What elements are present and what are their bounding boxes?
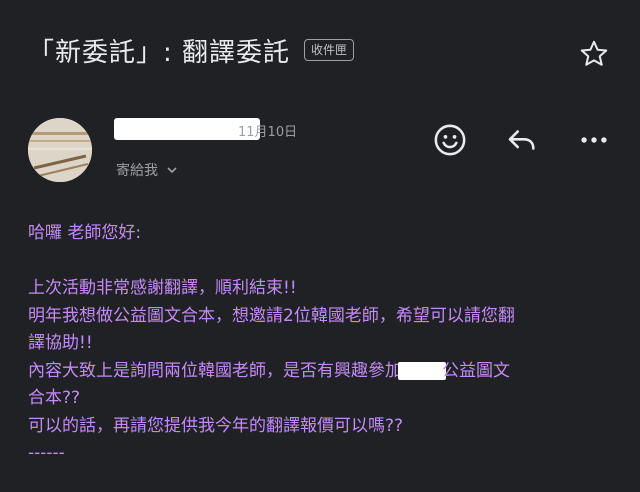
body-line-5: 合本?? — [28, 388, 81, 408]
email-date: 11月10日 — [238, 125, 298, 140]
recipient-label: 寄給我 — [116, 163, 158, 179]
body-line-1: 上次活動非常感謝翻譯，順利結束!! — [28, 278, 297, 298]
email-subject: 「新委託」: 翻譯委託 — [28, 37, 291, 68]
body-line-4-start: 內容大致上是詢問兩位韓國老師，是否有興趣參加 — [28, 360, 402, 381]
recipient-row[interactable]: 寄給我 — [116, 160, 178, 180]
more-options-icon — [581, 137, 607, 143]
body-line-7: ------ — [28, 443, 65, 463]
more-options-button[interactable] — [576, 122, 612, 158]
body-line-4: 內容大致上是詢問兩位韓國老師，是否有興趣參加 公益圖文 — [28, 358, 618, 386]
body-line-4-end: 公益圖文 — [442, 360, 510, 381]
subject-row: 「新委託」: 翻譯委託 收件匣 — [28, 30, 620, 70]
star-button[interactable] — [578, 38, 610, 70]
chevron-down-icon — [167, 167, 177, 174]
emoji-reaction-button[interactable] — [432, 122, 468, 158]
body-line-2: 明年我想做公益圖文合本，想邀請2位韓國老師，希望可以請您翻 — [28, 305, 515, 326]
emoji-reaction-icon — [434, 124, 466, 156]
folder-badge[interactable]: 收件匣 — [304, 39, 355, 61]
reply-button[interactable] — [504, 122, 540, 158]
avatar[interactable] — [28, 118, 92, 182]
redacted-text — [398, 361, 446, 380]
body-line-6: 可以的話，再請您提供我今年的翻譯報價可以嗎?? — [28, 415, 404, 436]
body-line-3: 譯協助!! — [28, 333, 93, 353]
reply-icon — [508, 130, 535, 150]
star-outline-icon — [580, 40, 608, 66]
body-greeting: 哈囉 老師您好: — [28, 223, 142, 243]
email-body: 哈囉 老師您好: 上次活動非常感謝翻譯，順利結束!! 明年我想做公益圖文合本，想… — [28, 220, 618, 468]
avatar-image — [28, 118, 92, 182]
